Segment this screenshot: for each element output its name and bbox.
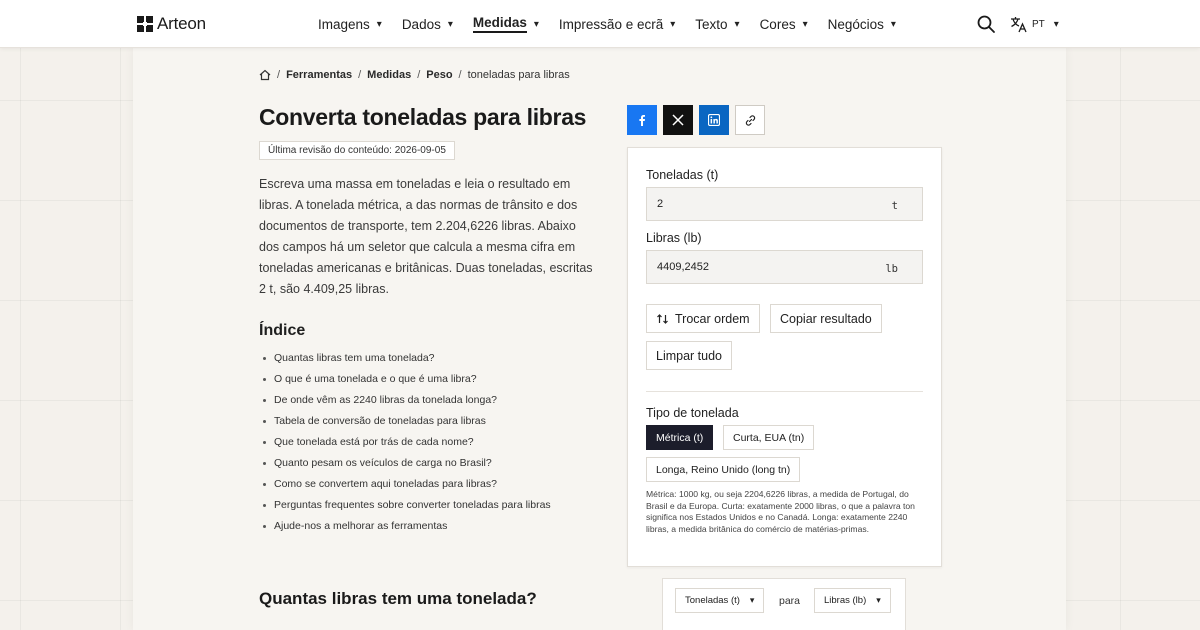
to-field-label: Libras (lb)	[646, 231, 702, 245]
revision-badge: Última revisão do conteúdo: 2026-09-05	[259, 141, 455, 160]
from-unit-select[interactable]: Toneladas (t) ▾	[675, 588, 765, 613]
toc-link[interactable]: Perguntas frequentes sobre converter ton…	[263, 495, 551, 516]
toc-link[interactable]: Como se convertem aqui toneladas para li…	[263, 474, 551, 495]
page-title: Converta toneladas para libras	[259, 104, 587, 130]
breadcrumb-link-peso[interactable]: Peso	[426, 69, 452, 81]
chevron-down-icon: ▾	[890, 18, 896, 30]
from-unit-select-value: Toneladas (t)	[685, 595, 740, 606]
clear-all-button[interactable]: Limpar tudo	[646, 341, 733, 370]
breadcrumb: / Ferramentas / Medidas / Peso / tonelad…	[259, 69, 570, 81]
nav-item-texto[interactable]: Texto ▾	[695, 17, 739, 32]
chevron-down-icon: ▾	[533, 18, 539, 30]
to-unit: lb	[885, 263, 898, 275]
tons-input[interactable]	[647, 188, 922, 220]
breadcrumb-separator: /	[458, 69, 462, 81]
to-unit-select-value: Libras (lb)	[824, 595, 867, 606]
toc-link[interactable]: O que é uma tonelada e o que é uma libra…	[263, 369, 551, 390]
toc-link[interactable]: Quanto pesam os veículos de carga no Bra…	[263, 453, 551, 474]
language-selector[interactable]: PT ▾	[1010, 15, 1059, 33]
table-of-contents: Quantas libras tem uma tonelada? O que é…	[263, 348, 551, 537]
to-field: lb	[646, 250, 923, 284]
ton-type-note: Métrica: 1000 kg, ou seja 2204,6226 libr…	[646, 489, 915, 534]
from-field: t	[646, 187, 923, 221]
nav-item-label: Impressão e ecrã	[558, 16, 664, 32]
nav-item-medidas[interactable]: Medidas ▾	[472, 15, 539, 33]
nav-item-negocios[interactable]: Negócios ▾	[828, 17, 896, 32]
unit-pair-selector: Toneladas (t) ▾ para Libras (lb) ▾	[662, 578, 906, 630]
chevron-down-icon: ▾	[376, 18, 382, 30]
copy-link-button[interactable]	[735, 105, 765, 135]
share-linkedin-button[interactable]	[699, 105, 729, 135]
pounds-input[interactable]	[647, 251, 922, 283]
facebook-icon	[639, 115, 645, 126]
ton-type-long-option[interactable]: Longa, Reino Unido (long tn)	[646, 457, 801, 482]
breadcrumb-separator: /	[417, 69, 421, 81]
translate-icon	[1011, 16, 1027, 32]
link-icon	[745, 114, 755, 126]
nav-item-impressao[interactable]: Impressão e ecrã ▾	[559, 17, 675, 32]
home-icon[interactable]	[259, 69, 271, 81]
chevron-down-icon: ▾	[670, 18, 676, 30]
swap-arrows-icon	[657, 313, 668, 324]
x-icon	[672, 114, 684, 126]
nav-item-label: Texto	[695, 16, 728, 32]
converter-card: Toneladas (t) t Libras (lb) lb Trocar or…	[627, 147, 942, 567]
chevron-down-icon: ▾	[802, 18, 808, 30]
nav-item-cores[interactable]: Cores ▾	[760, 17, 808, 32]
intro-paragraph: Escreva uma massa em toneladas e leia o …	[259, 177, 593, 296]
linkedin-icon	[708, 114, 720, 126]
language-code: PT	[1032, 18, 1045, 30]
from-unit: t	[891, 200, 898, 212]
nav-item-label: Medidas	[472, 15, 527, 33]
ton-type-short-option[interactable]: Curta, EUA (tn)	[723, 425, 815, 450]
connector-text: para	[779, 595, 801, 607]
toc-link[interactable]: Quantas libras tem uma tonelada?	[263, 348, 551, 369]
copy-result-label: Copiar resultado	[780, 311, 872, 326]
ton-type-metric-option[interactable]: Métrica (t)	[646, 425, 714, 450]
copy-result-button[interactable]: Copiar resultado	[770, 304, 882, 333]
nav-item-label: Cores	[759, 16, 796, 32]
clear-all-label: Limpar tudo	[656, 348, 723, 363]
toc-link[interactable]: Que tonelada está por trás de cada nome?	[263, 432, 551, 453]
section-heading: Quantas libras tem uma tonelada?	[259, 589, 537, 608]
share-x-button[interactable]	[663, 105, 693, 135]
breadcrumb-link-ferramentas[interactable]: Ferramentas	[286, 69, 352, 81]
swap-order-button[interactable]: Trocar ordem	[646, 304, 760, 333]
nav-item-label: Dados	[401, 16, 441, 32]
breadcrumb-current: toneladas para libras	[467, 69, 570, 81]
nav-item-dados[interactable]: Dados ▾	[402, 17, 453, 32]
from-field-label: Toneladas (t)	[646, 168, 719, 182]
share-facebook-button[interactable]	[627, 105, 657, 135]
search-button[interactable]	[976, 14, 996, 34]
swap-order-label: Trocar ordem	[675, 311, 750, 326]
ton-type-label: Tipo de tonelada	[646, 406, 739, 420]
chevron-down-icon: ▾	[749, 595, 755, 605]
to-unit-select[interactable]: Libras (lb) ▾	[814, 588, 891, 613]
brand-logo[interactable]: Arteon	[137, 14, 206, 34]
search-icon	[977, 15, 995, 33]
main-nav: Imagens ▾ Dados ▾ Medidas ▾ Impressão e …	[318, 0, 916, 48]
nav-item-label: Negócios	[827, 16, 884, 32]
breadcrumb-separator: /	[358, 69, 362, 81]
toc-link[interactable]: Ajude-nos a melhorar as ferramentas	[263, 516, 551, 537]
toc-link[interactable]: Tabela de conversão de toneladas para li…	[263, 411, 551, 432]
chevron-down-icon: ▾	[447, 18, 453, 30]
share-buttons	[627, 105, 765, 135]
chevron-down-icon: ▾	[734, 18, 740, 30]
chevron-down-icon: ▾	[876, 595, 881, 605]
brand-name: Arteon	[157, 14, 206, 33]
nav-item-label: Imagens	[318, 16, 370, 32]
nav-item-imagens[interactable]: Imagens ▾	[318, 17, 382, 32]
toc-heading: Índice	[259, 322, 306, 339]
top-navigation-bar: Arteon Imagens ▾ Dados ▾ Medidas ▾ Impre…	[0, 0, 1200, 48]
breadcrumb-separator: /	[277, 69, 281, 81]
card-divider	[646, 391, 923, 392]
toc-link[interactable]: De onde vêm as 2240 libras da tonelada l…	[263, 390, 551, 411]
breadcrumb-link-medidas[interactable]: Medidas	[367, 69, 411, 81]
arteon-logo-icon	[137, 16, 153, 32]
chevron-down-icon: ▾	[1053, 18, 1059, 30]
